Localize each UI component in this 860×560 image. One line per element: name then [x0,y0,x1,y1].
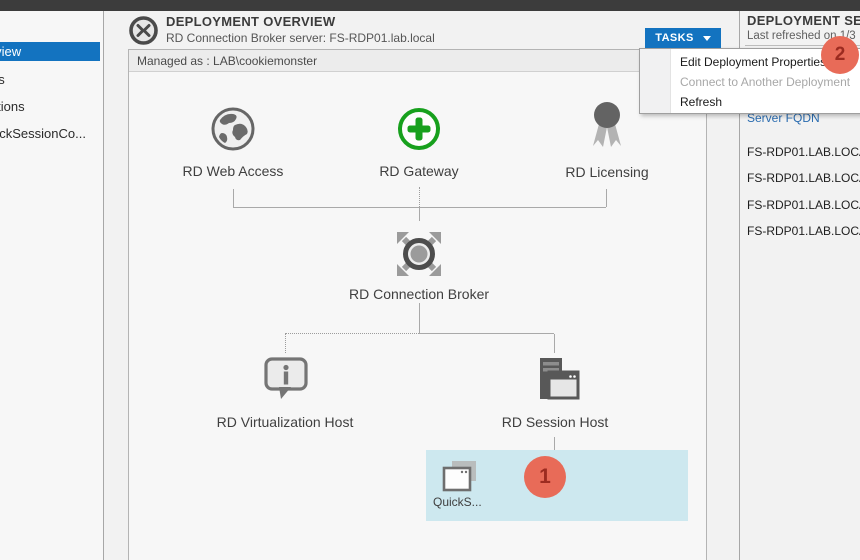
servers-panel-title: DEPLOYMENT SERVERS [747,13,860,28]
node-rd-virtualization-host[interactable]: RD Virtualization Host [200,414,370,430]
sidebar-item-label: Collections [0,99,25,114]
connector-line [554,437,555,450]
connector-line [419,333,554,334]
connector-line [419,187,420,207]
sidebar: Overview Servers Collections QuickSessio… [0,11,104,560]
globe-icon [209,105,257,158]
server-row[interactable]: FS-RDP01.LAB.LOCAL [747,224,860,238]
connector-line [233,189,234,207]
gateway-plus-icon [396,106,442,157]
menu-item-refresh[interactable]: Refresh [640,92,860,112]
sidebar-item-label: QuickSessionCo... [0,126,86,141]
tasks-button[interactable]: TASKS [645,28,721,48]
rds-logo-icon [128,15,159,46]
connection-broker-icon [391,226,447,287]
server-row[interactable]: FS-RDP01.LAB.LOCAL [747,145,860,159]
page-title: DEPLOYMENT OVERVIEW [166,14,335,29]
node-rd-session-host[interactable]: RD Session Host [470,414,640,430]
sidebar-item-quicksessioncollection[interactable]: QuickSessionCo... [0,124,104,143]
connector-line [419,303,420,333]
annotation-badge-2: 2 [821,36,859,74]
connector-line [606,189,607,207]
collection-tile-label: QuickS... [433,495,482,509]
sidebar-item-servers[interactable]: Servers [0,70,45,89]
annotation-badge-1: 1 [524,456,566,498]
node-rd-connection-broker[interactable]: RD Connection Broker [334,286,504,302]
page-subtitle: RD Connection Broker server: FS-RDP01.la… [166,31,435,45]
connector-line [554,334,555,353]
licensing-ribbon-icon [587,100,627,159]
server-row[interactable]: FS-RDP01.LAB.LOCAL [747,198,860,212]
sidebar-item-label: Servers [0,72,5,87]
node-rd-gateway[interactable]: RD Gateway [334,163,504,179]
menu-item-connect-to-another-deployment[interactable]: Connect to Another Deployment [640,72,860,92]
server-row[interactable]: FS-RDP01.LAB.LOCAL [747,171,860,185]
connector-line [285,334,286,353]
node-rd-web-access[interactable]: RD Web Access [148,163,318,179]
connector-line [419,208,420,221]
sidebar-item-collections[interactable]: Collections [0,97,64,116]
tasks-button-label: TASKS [655,32,693,44]
managed-as-bar: Managed as : LAB\cookiemonster [129,50,706,72]
chevron-down-icon [703,36,711,41]
sidebar-item-overview[interactable]: Overview [0,42,100,61]
node-rd-licensing[interactable]: RD Licensing [522,164,692,180]
virtualization-host-info-icon [261,354,311,409]
window-top-strip [0,0,860,11]
collection-windows-icon [441,459,479,498]
connector-line [285,333,419,334]
session-host-server-icon [532,354,580,409]
sidebar-item-label: Overview [0,44,21,59]
